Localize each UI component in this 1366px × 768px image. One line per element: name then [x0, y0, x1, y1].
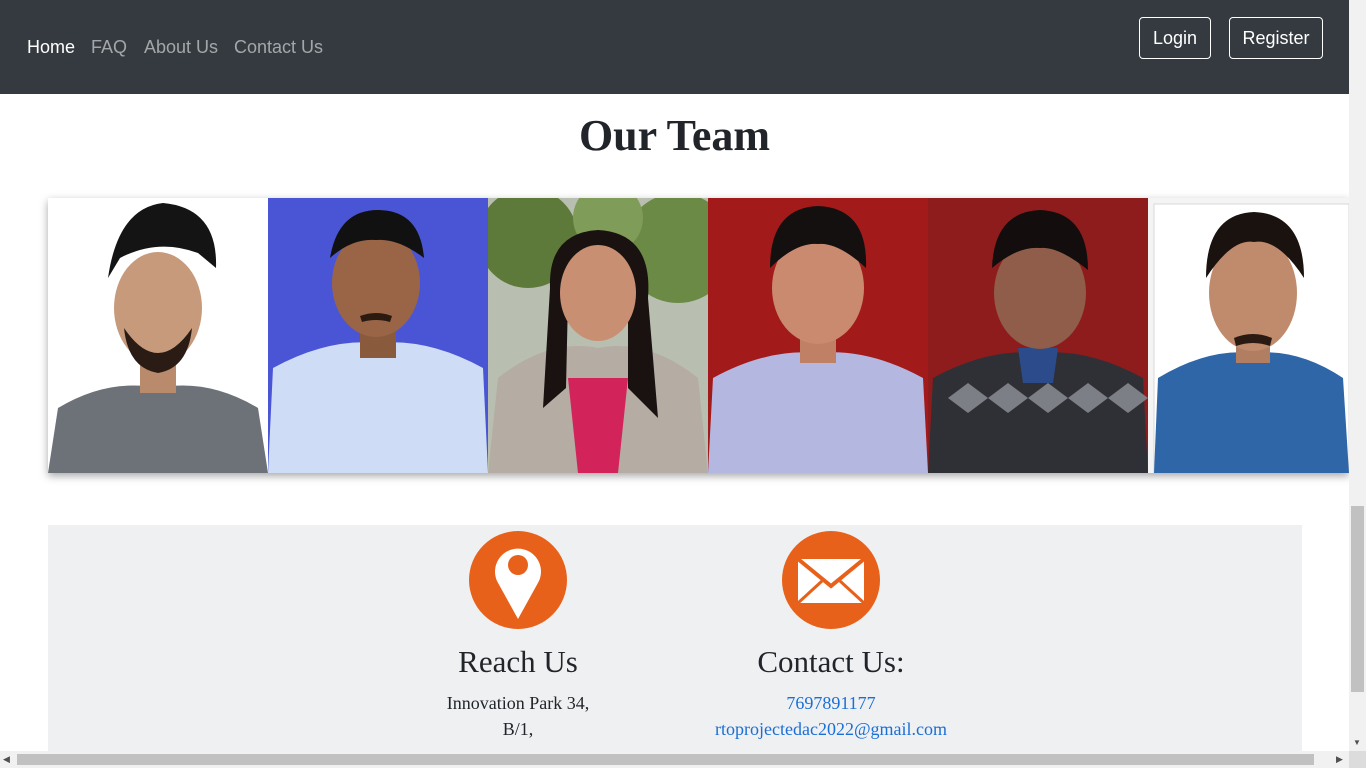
phone-link[interactable]: 7697891177 [786, 693, 875, 713]
nav-faq-link[interactable]: FAQ [91, 36, 127, 58]
contact-us-column: Contact Us: 7697891177 rtoprojectedac202… [671, 525, 991, 768]
reach-us-heading: Reach Us [458, 644, 578, 679]
login-button[interactable]: Login [1139, 17, 1211, 59]
vertical-scrollbar[interactable]: ▼ [1349, 0, 1366, 768]
scroll-down-arrow-icon[interactable]: ▼ [1353, 738, 1361, 747]
address-line: Innovation Park 34, [446, 693, 590, 713]
navbar: Home FAQ About Us Contact Us Login Regis… [0, 0, 1349, 94]
team-title: Our Team [578, 111, 771, 160]
team-member-photo [1148, 198, 1349, 473]
horizontal-scrollbar-thumb[interactable] [17, 754, 1314, 765]
team-member-photo [268, 198, 488, 473]
team-member-photo [928, 198, 1148, 473]
contact-us-heading: Contact Us: [757, 644, 905, 679]
email-link[interactable]: rtoprojectedac2022@gmail.com [715, 719, 947, 739]
scroll-left-arrow-icon[interactable]: ◀ [3, 754, 10, 765]
email-line: rtoprojectedac2022@gmail.com [671, 718, 991, 740]
horizontal-scrollbar[interactable]: ◀ ▶ [0, 751, 1349, 768]
nav-about-link[interactable]: About Us [144, 36, 218, 58]
location-pin-icon [469, 531, 567, 629]
phone-line: 7697891177 [671, 692, 991, 714]
team-member-photo [488, 198, 708, 473]
team-photo-strip [48, 198, 1349, 473]
mail-envelope-icon [782, 531, 880, 629]
team-member-photo [48, 198, 268, 473]
scrollbar-corner [1349, 751, 1366, 768]
address-line: B/1, [502, 719, 534, 739]
register-button[interactable]: Register [1229, 17, 1323, 59]
footer-info-section: Reach Us Innovation Park 34, B/1, Contac… [48, 525, 1302, 768]
vertical-scrollbar-thumb[interactable] [1351, 506, 1364, 692]
reach-us-column: Reach Us Innovation Park 34, B/1, [358, 525, 678, 768]
team-member-photo [708, 198, 928, 473]
nav-home-link[interactable]: Home [27, 36, 75, 58]
scroll-right-arrow-icon[interactable]: ▶ [1336, 754, 1343, 765]
nav-contact-link[interactable]: Contact Us [234, 36, 323, 58]
